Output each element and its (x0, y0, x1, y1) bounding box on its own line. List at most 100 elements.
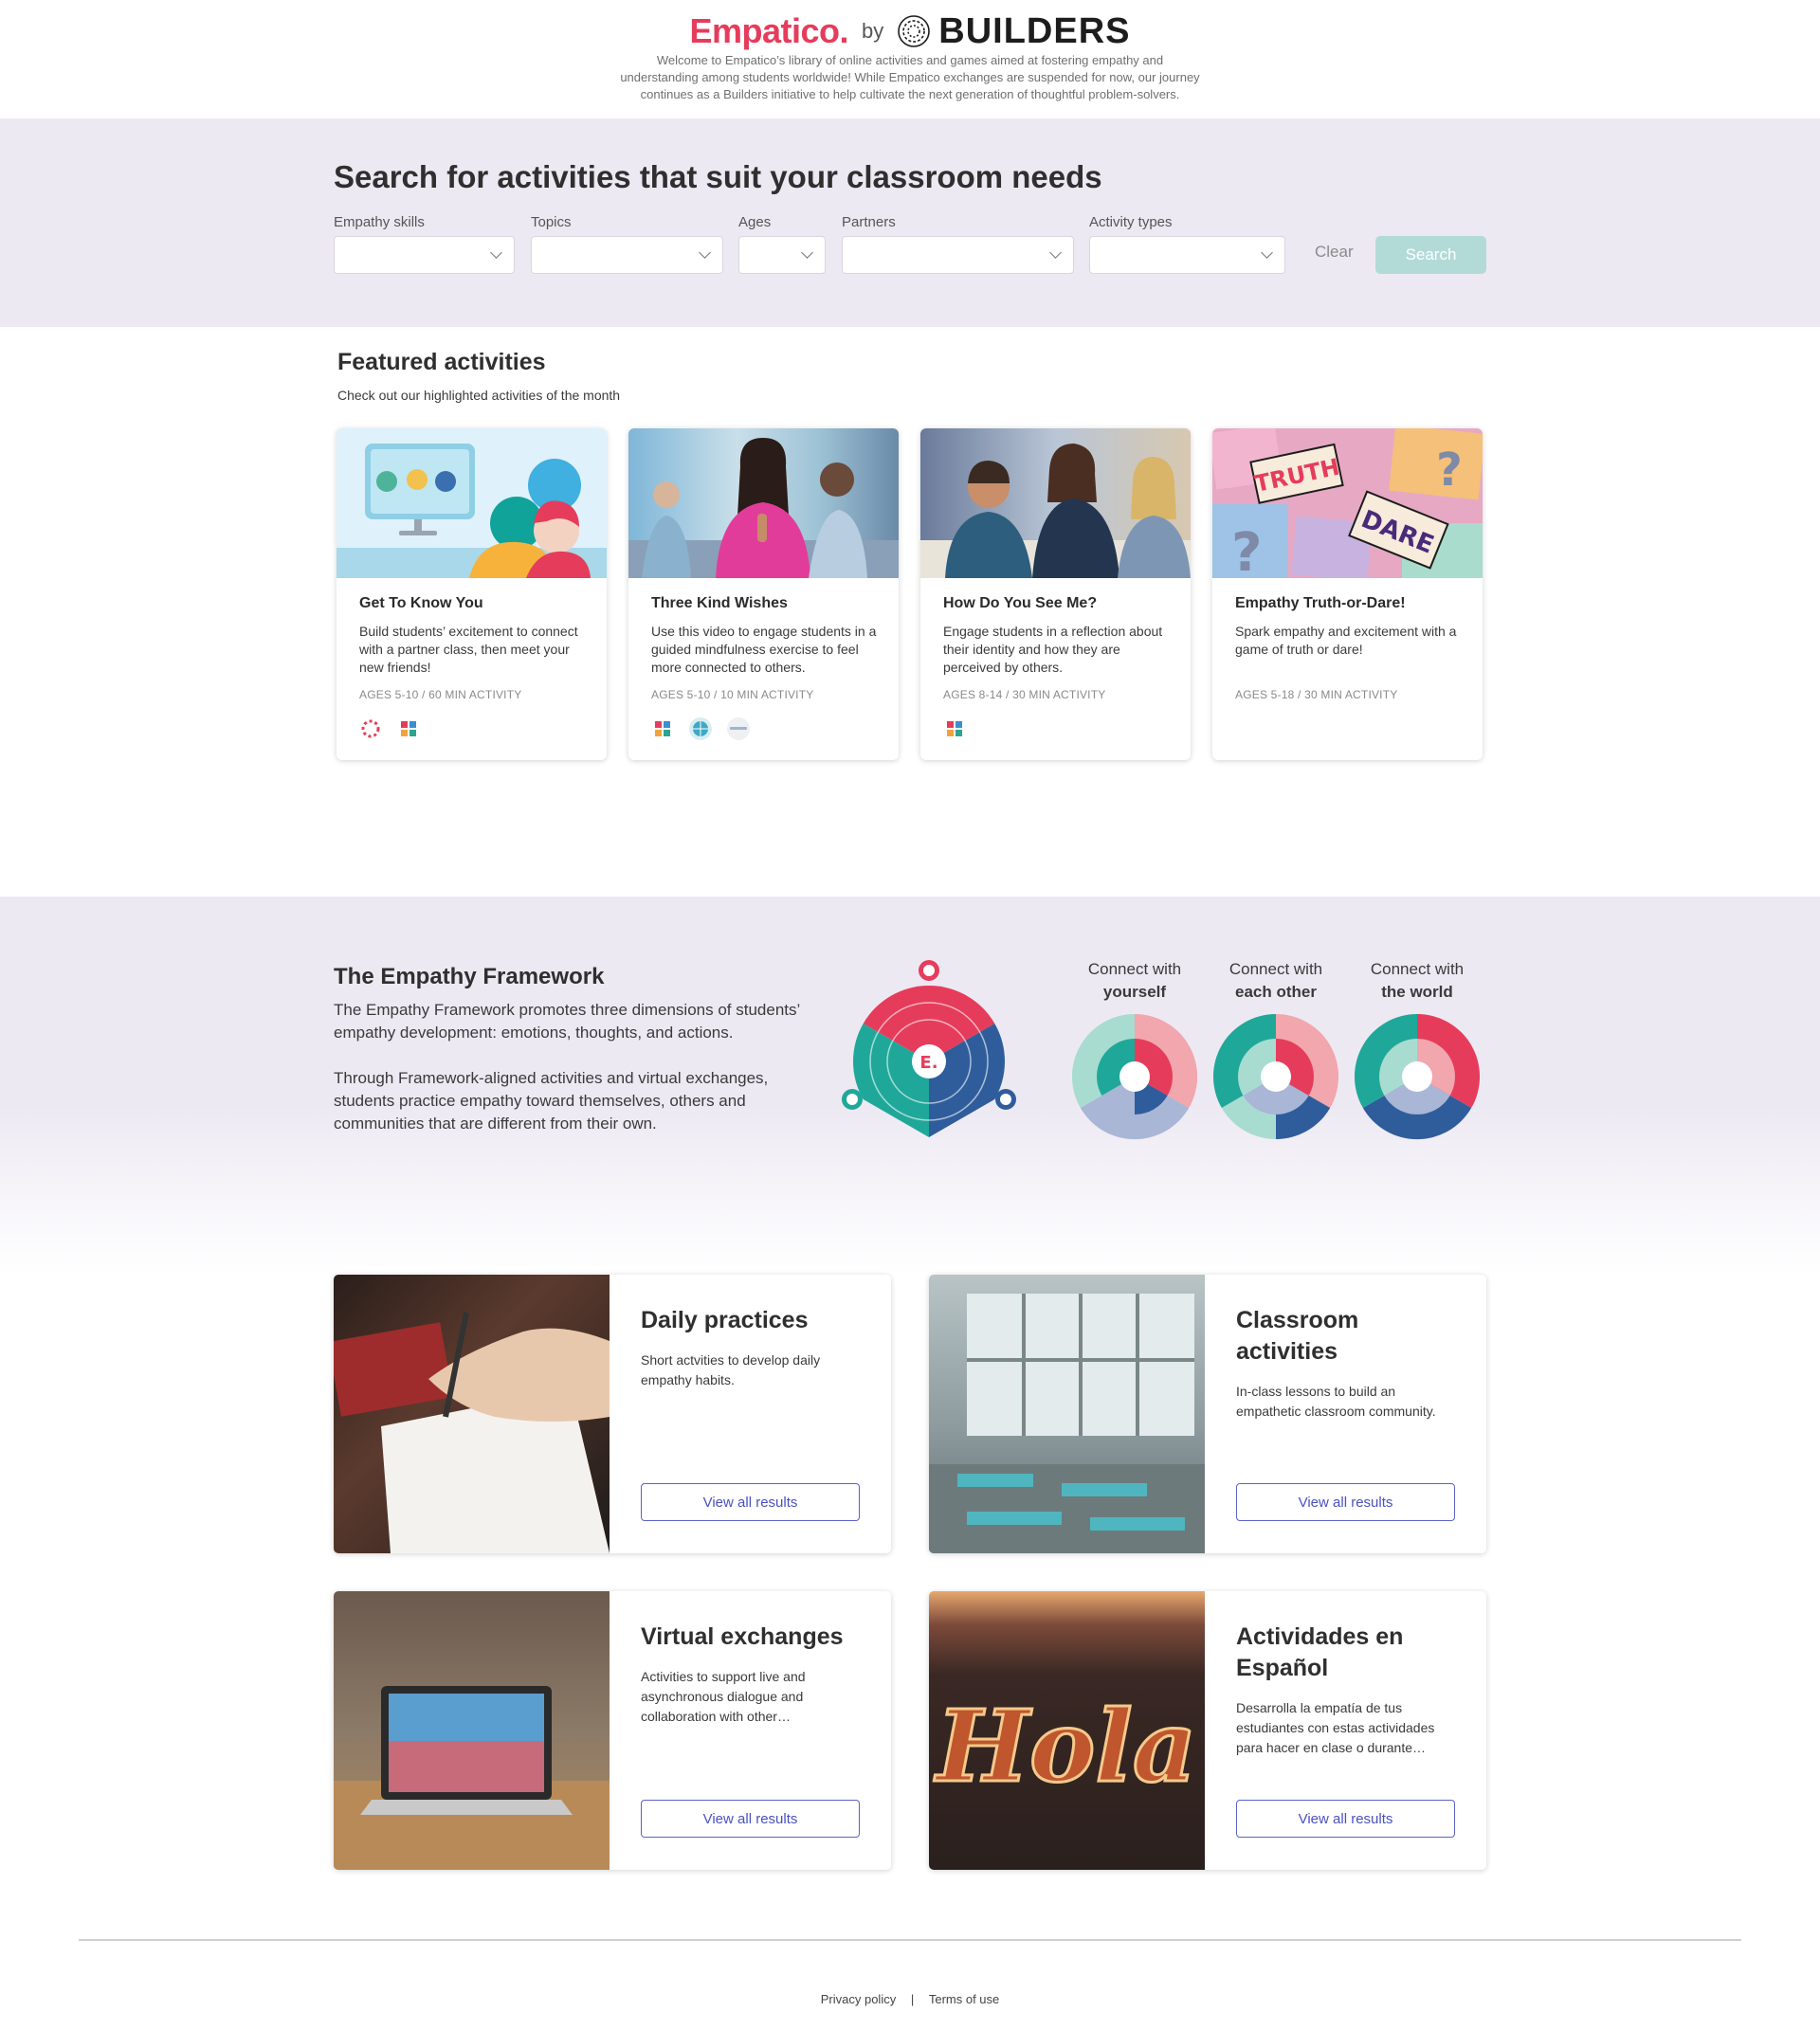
connect-world-wheel[interactable] (1353, 1012, 1482, 1141)
connect-yourself-wheel[interactable] (1070, 1012, 1199, 1141)
activity-types-select[interactable] (1089, 236, 1285, 274)
framework-paragraph-1: The Empathy Framework promotes three dim… (334, 1001, 800, 1042)
search-button[interactable]: Search (1375, 236, 1486, 274)
card-meta: AGES 5-10 / 10 MIN ACTIVITY (651, 688, 814, 701)
connect-each-other-label: Connect with each other (1205, 958, 1347, 1004)
video-call-illustration (337, 444, 607, 578)
search-wave-divider (0, 301, 1820, 327)
filter-label-activity-types: Activity types (1089, 214, 1173, 230)
view-all-results-button[interactable]: View all results (641, 1800, 860, 1838)
tile-description: Short actvities to develop daily empathy… (641, 1352, 821, 1387)
partner-grid-logo-icon (651, 717, 674, 740)
builders-mark-icon (898, 15, 931, 47)
connect-each-other-wheel[interactable] (1211, 1012, 1340, 1141)
empatico-logo[interactable]: Empatico. (689, 11, 848, 51)
connect-yourself-line2: yourself (1102, 983, 1167, 1001)
featured-card-empathy-truth-or-dare[interactable]: ? ? TRUTH DARE Empathy Truth-or-Dare! Sp… (1212, 428, 1483, 760)
tile-description: Activities to support live and asynchron… (641, 1669, 806, 1724)
card-partner-logos (359, 717, 420, 740)
filter-label-partners: Partners (842, 214, 896, 230)
svg-text:?: ? (1231, 522, 1262, 578)
partners-select[interactable] (842, 236, 1074, 274)
chevron-down-icon (1049, 246, 1062, 259)
ages-select[interactable] (738, 236, 826, 274)
card-title[interactable]: Get To Know You (359, 595, 483, 612)
framework-paragraph-2: Through Framework-aligned activities and… (334, 1069, 769, 1133)
footer-divider (79, 1939, 1741, 1941)
wheel-center-logo: E. (919, 1053, 937, 1073)
card-description: Engage students in a reflection about th… (943, 624, 1163, 675)
card-partner-logos (651, 717, 750, 740)
view-all-results-button[interactable]: View all results (1236, 1800, 1455, 1838)
card-illustration (337, 428, 607, 578)
connect-each-other-line1: Connect with (1228, 960, 1323, 978)
filter-label-ages: Ages (738, 214, 772, 230)
tile-virtual-exchanges[interactable]: Virtual exchanges Activities to support … (334, 1591, 891, 1870)
clear-button[interactable]: Clear (1315, 243, 1354, 262)
tile-description: In-class lessons to build an empathetic … (1236, 1384, 1436, 1419)
card-title[interactable]: Three Kind Wishes (651, 595, 788, 612)
empathy-framework-wheel[interactable]: E. (839, 957, 1019, 1147)
topics-select[interactable] (531, 236, 723, 274)
partner-globe-logo-icon (689, 717, 712, 740)
builders-wordmark: BUILDERS (938, 10, 1131, 51)
connect-yourself-line1: Connect with (1087, 960, 1182, 978)
site-header: Empatico. by BUILDERS Welcome to Empatic… (0, 0, 1820, 118)
tile-daily-practices[interactable]: Daily practices Short actvities to devel… (334, 1275, 891, 1553)
tile-title: Daily practices (641, 1307, 809, 1333)
svg-text:?: ? (1436, 444, 1463, 497)
filter-label-topics: Topics (531, 214, 572, 230)
chevron-down-icon (801, 246, 813, 259)
card-meta: AGES 5-10 / 60 MIN ACTIVITY (359, 688, 522, 701)
featured-card-get-to-know-you[interactable]: Get To Know You Build students’ exciteme… (337, 428, 607, 760)
tile-title: Virtual exchanges (641, 1623, 844, 1650)
view-all-results-button[interactable]: View all results (1236, 1483, 1455, 1521)
partner-grid-logo-icon (397, 717, 420, 740)
connect-each-other-line2: each other (1235, 983, 1317, 1001)
card-title[interactable]: Empathy Truth-or-Dare! (1235, 595, 1406, 612)
connect-yourself-label: Connect with yourself (1064, 958, 1206, 1004)
framework-title: The Empathy Framework (334, 964, 605, 989)
logo-by-text: by (862, 19, 884, 43)
card-meta: AGES 5-18 / 30 MIN ACTIVITY (1235, 688, 1398, 701)
tile-photo-writing-hand (334, 1275, 610, 1553)
card-title[interactable]: How Do You See Me? (943, 595, 1097, 612)
chevron-down-icon (490, 246, 502, 259)
terms-of-use-link[interactable]: Terms of use (929, 1992, 999, 2006)
featured-title: Featured activities (337, 349, 546, 375)
featured-subtitle: Check out our highlighted activities of … (337, 388, 621, 403)
privacy-policy-link[interactable]: Privacy policy (821, 1992, 896, 2006)
connect-world-label: Connect with the world (1346, 958, 1488, 1004)
footer-separator: | (910, 1992, 915, 2006)
tile-photo-classroom (929, 1275, 1205, 1553)
search-section (0, 118, 1820, 327)
view-all-results-button[interactable]: View all results (641, 1483, 860, 1521)
logo-row[interactable]: Empatico. by BUILDERS (0, 9, 1820, 53)
builders-logo[interactable]: BUILDERS (897, 11, 1130, 52)
card-description: Build students’ excitement to connect wi… (359, 624, 578, 675)
partner-text-logo-icon (727, 717, 750, 740)
chevron-down-icon (1261, 246, 1273, 259)
page: Empatico. by BUILDERS Welcome to Empatic… (0, 0, 1820, 2030)
card-partner-logos (943, 717, 966, 740)
card-description: Use this video to engage students in a g… (651, 624, 877, 675)
featured-card-how-do-you-see-me[interactable]: How Do You See Me? Engage students in a … (920, 428, 1191, 760)
tile-photo-laptop (334, 1591, 610, 1870)
footer-links: Privacy policy | Terms of use (0, 1992, 1820, 2006)
featured-card-three-kind-wishes[interactable]: Three Kind Wishes Use this video to enga… (628, 428, 899, 760)
connect-world-line1: Connect with (1370, 960, 1465, 978)
tile-title: Actividades en Español (1236, 1623, 1404, 1681)
tile-actividades-en-espanol[interactable]: Hola Actividades en Español Desarrolla l… (929, 1591, 1486, 1870)
card-truth-or-dare-image: ? ? TRUTH DARE (1212, 428, 1483, 578)
chevron-down-icon (699, 246, 711, 259)
intro-text: Welcome to Empatico’s library of online … (620, 53, 1200, 101)
partner-ring-logo-icon (359, 717, 382, 740)
partner-grid-logo-icon (943, 717, 966, 740)
tile-title: Classroom activities (1236, 1307, 1359, 1365)
hola-sign-text: Hola (934, 1688, 1197, 1804)
tile-description: Desarrolla la empatía de tus estudiantes… (1236, 1700, 1435, 1755)
card-photo-students-writing (920, 428, 1191, 578)
search-title: Search for activities that suit your cla… (334, 159, 1102, 194)
empathy-skills-select[interactable] (334, 236, 515, 274)
tile-classroom-activities[interactable]: Classroom activities In-class lessons to… (929, 1275, 1486, 1553)
